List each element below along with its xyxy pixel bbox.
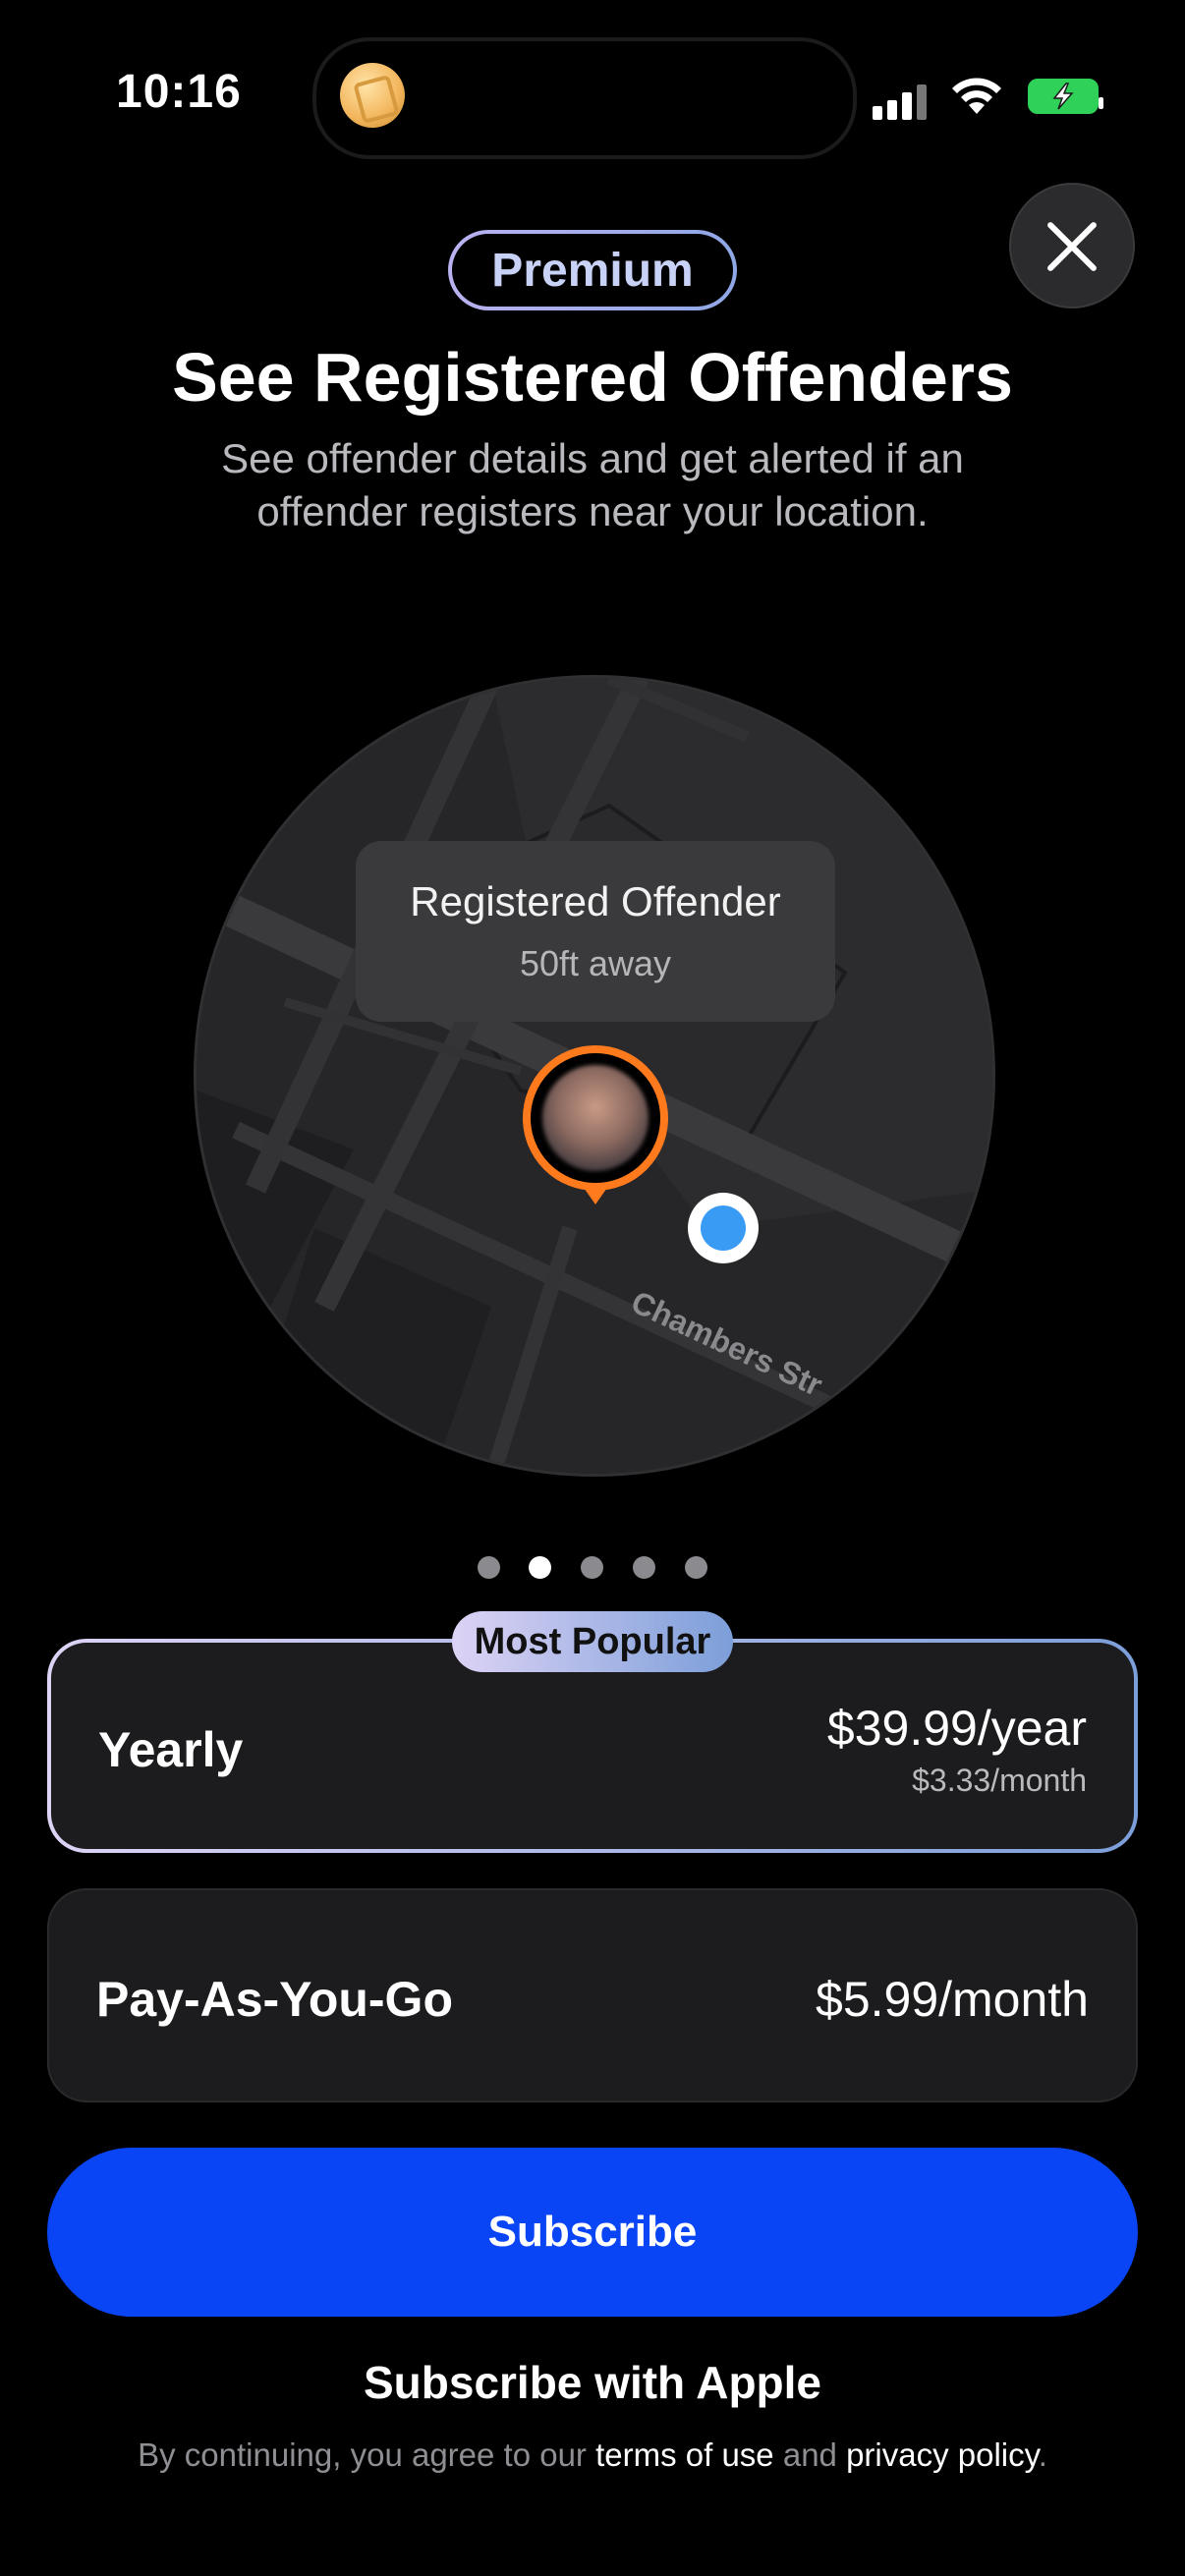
battery-charging-icon [1028,79,1103,114]
offender-photo [542,1065,649,1171]
page-subtitle: See offender details and get alerted if … [221,435,964,534]
plan-price: $5.99/month [816,1972,1089,2027]
legal-text: By continuing, you agree to our terms of… [0,2436,1185,2474]
page-title: See Registered Offenders [172,339,1013,416]
legal-prefix: By continuing, you agree to our [138,2436,596,2473]
wifi-icon [952,78,1001,114]
plan-price-per-month: $3.33/month [912,1763,1087,1798]
legal-middle: and [773,2436,847,2473]
page-dot[interactable] [685,1556,707,1579]
page-dot[interactable] [633,1556,655,1579]
status-icons [873,75,1103,120]
tooltip-title: Registered Offender [410,878,781,924]
plan-name: Pay-As-You-Go [96,1972,453,2027]
most-popular-badge: Most Popular [452,1611,733,1672]
terms-of-use-link[interactable]: terms of use [595,2436,774,2473]
offender-pin [523,1045,668,1191]
current-location-icon [688,1193,759,1263]
premium-badge-label: Premium [452,234,733,307]
status-time: 10:16 [116,66,242,118]
legal-suffix: . [1038,2436,1047,2473]
plan-price: $39.99/year [826,1701,1087,1756]
tooltip-distance: 50ft away [519,943,672,983]
pin-pointer-icon [582,1185,609,1204]
close-button[interactable] [1009,183,1135,308]
plan-name: Yearly [98,1722,244,1777]
live-activity-coin-icon[interactable] [340,63,405,128]
offender-tooltip: Registered Offender 50ft away [356,841,835,1022]
privacy-policy-link[interactable]: privacy policy [846,2436,1039,2473]
subscribe-with-apple-button[interactable]: Subscribe with Apple [0,2356,1185,2409]
plan-option-pay-as-you-go[interactable]: Pay-As-You-Go $5.99/month [47,1888,1138,2102]
subscribe-button[interactable]: Subscribe [47,2148,1138,2317]
page-dot[interactable] [581,1556,603,1579]
carousel-page-indicator[interactable] [478,1556,709,1580]
page-dot[interactable] [478,1556,500,1579]
premium-badge: Premium [448,230,737,310]
page-dot-active[interactable] [529,1556,551,1579]
